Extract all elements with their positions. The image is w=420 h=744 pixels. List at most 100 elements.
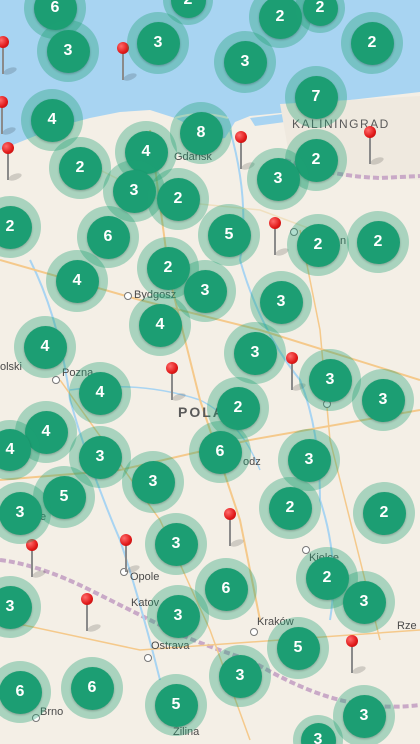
cluster-marker[interactable]: 3 [37,20,99,82]
pin-head [2,142,14,154]
pin-stem [240,142,242,169]
pin-head [269,217,281,229]
pin-stem [31,550,33,577]
location-pin-icon[interactable] [224,508,245,549]
cluster-marker[interactable]: 3 [333,571,395,633]
cluster-count: 3 [378,391,388,408]
cluster-marker[interactable]: 2 [347,211,409,273]
cluster-count: 3 [235,667,245,684]
cluster-count: 3 [129,182,139,199]
cluster-count: 3 [313,731,323,744]
cluster-count: 3 [5,598,15,615]
cluster-count: 3 [15,504,25,521]
pin-stem [1,107,3,134]
cluster-marker[interactable]: 5 [145,674,207,736]
cluster-count: 2 [373,233,383,250]
cluster-count: 3 [250,344,260,361]
cluster-count: 2 [322,569,332,586]
cluster-marker[interactable]: 4 [69,362,131,424]
cluster-count: 4 [72,272,82,289]
cluster-marker[interactable]: 2 [147,168,209,230]
cluster-marker[interactable]: 4 [46,250,108,312]
cluster-count: 3 [276,293,286,310]
pin-head [120,534,132,546]
cluster-count: 3 [171,535,181,552]
cluster-count: 6 [221,580,231,597]
cluster-count: 2 [275,8,285,25]
cluster-marker[interactable]: 3 [247,148,309,210]
location-pin-icon[interactable] [81,593,102,634]
pin-head [346,635,358,647]
cluster-marker[interactable]: 3 [127,12,189,74]
location-pin-icon[interactable] [235,131,256,172]
cluster-marker[interactable]: 3 [352,369,414,431]
pin-stem [369,137,371,164]
city-dot-ostrava [144,654,152,662]
cluster-count: 4 [40,338,50,355]
cluster-count: 3 [325,371,335,388]
location-pin-icon[interactable] [269,217,290,258]
cluster-marker[interactable]: 3 [122,451,184,513]
cluster-marker[interactable]: 2 [287,214,349,276]
cluster-marker[interactable]: 4 [14,316,76,378]
cluster-marker[interactable]: 3 [209,645,271,707]
cluster-count: 6 [103,228,113,245]
cluster-marker[interactable]: 3 [224,322,286,384]
cluster-count: 5 [224,226,234,243]
cluster-marker[interactable]: 3 [147,585,209,647]
location-pin-icon[interactable] [364,126,385,167]
cluster-count: 3 [240,53,250,70]
pin-stem [171,373,173,400]
cluster-count: 5 [171,696,181,713]
location-pin-icon[interactable] [120,534,141,575]
cluster-marker[interactable]: 2 [259,477,321,539]
cluster-marker[interactable]: 5 [267,617,329,679]
location-pin-icon[interactable] [0,36,18,77]
cluster-marker[interactable]: 3 [214,31,276,93]
cluster-count: 8 [196,124,206,141]
pin-stem [2,47,4,74]
cluster-marker[interactable]: 7 [285,66,347,128]
map-view[interactable]: KALININGRAD Gdańsk Bydgosz Pozna olski P… [0,0,420,744]
cluster-count: 3 [304,451,314,468]
location-pin-icon[interactable] [26,539,47,580]
pin-stem [122,53,124,80]
cluster-marker[interactable]: 2 [353,482,415,544]
cluster-marker[interactable]: 3 [145,513,207,575]
location-pin-icon[interactable] [286,352,307,393]
cluster-count: 6 [87,679,97,696]
pin-stem [7,153,9,180]
cluster-count: 6 [215,443,225,460]
cluster-count: 4 [95,384,105,401]
location-pin-icon[interactable] [346,635,367,676]
cluster-marker[interactable]: 6 [189,421,251,483]
cluster-marker[interactable]: 8 [170,102,232,164]
location-pin-icon[interactable] [0,96,17,137]
cluster-count: 3 [200,282,210,299]
cluster-count: 6 [50,0,60,16]
city-dot-bydgoszcz [124,292,132,300]
cluster-count: 2 [313,236,323,253]
cluster-count: 3 [359,593,369,610]
cluster-count: 3 [63,42,73,59]
cluster-count: 3 [153,34,163,51]
cluster-marker[interactable]: 2 [341,12,403,74]
pin-head [224,508,236,520]
cluster-marker[interactable]: 5 [198,204,260,266]
pin-head [364,126,376,138]
cluster-count: 3 [95,448,105,465]
location-pin-icon[interactable] [2,142,23,183]
cluster-count: 3 [173,607,183,624]
cluster-marker[interactable]: 2 [49,137,111,199]
cluster-count: 2 [173,190,183,207]
pin-stem [125,545,127,572]
cluster-count: 2 [367,34,377,51]
pin-head [166,362,178,374]
cluster-marker[interactable]: 4 [129,294,191,356]
cluster-marker[interactable]: 6 [61,657,123,719]
cluster-count: 5 [59,488,69,505]
location-pin-icon[interactable] [166,362,187,403]
cluster-count: 3 [359,707,369,724]
cluster-count: 4 [5,441,15,458]
cluster-count: 4 [141,143,151,160]
